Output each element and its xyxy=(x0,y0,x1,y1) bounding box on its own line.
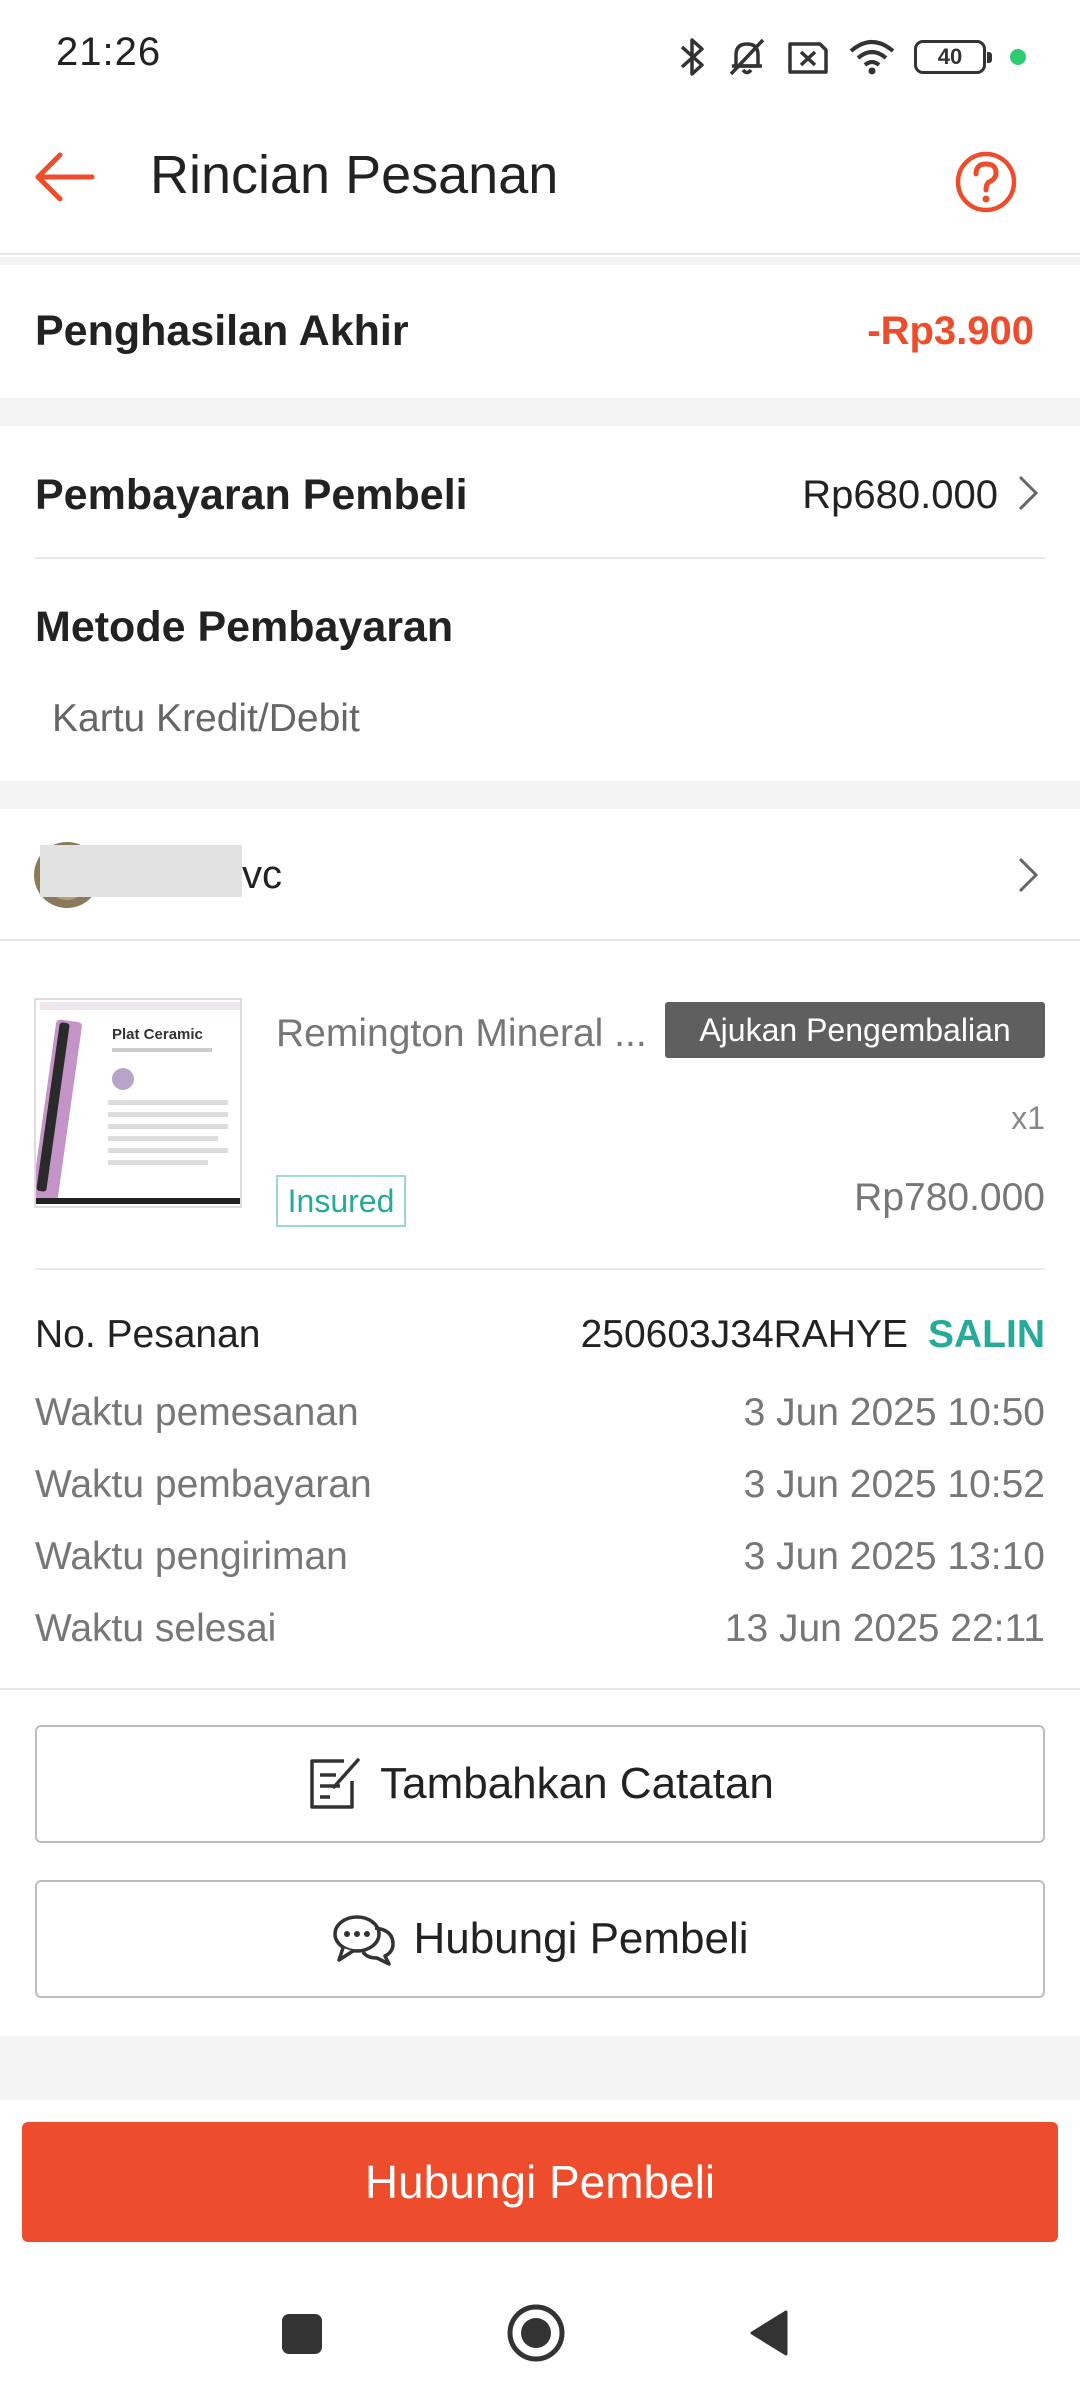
section-gap xyxy=(0,781,1080,809)
chevron-right-icon[interactable] xyxy=(1012,855,1042,895)
chat-bubbles-icon xyxy=(333,1915,396,1966)
final-income-label: Penghasilan Akhir xyxy=(35,307,409,355)
contact-buyer-outline-button[interactable]: Hubungi Pembeli xyxy=(35,1880,1045,1998)
note-edit-icon xyxy=(310,1758,360,1809)
payment-time-label: Waktu pembayaran xyxy=(35,1463,372,1506)
add-note-button[interactable]: Tambahkan Catatan xyxy=(35,1725,1045,1843)
battery-level: 40 xyxy=(937,44,963,69)
shipping-time-label: Waktu pengiriman xyxy=(35,1535,348,1578)
battery-icon: 40 xyxy=(914,40,992,74)
buyer-payment-value: Rp680.000 xyxy=(802,473,998,517)
order-number-label: No. Pesanan xyxy=(35,1313,261,1356)
return-request-button[interactable]: Ajukan Pengembalian xyxy=(665,1002,1045,1058)
completion-time-value: 13 Jun 2025 22:11 xyxy=(724,1607,1045,1650)
add-note-label: Tambahkan Catatan xyxy=(380,1759,774,1808)
product-quantity: x1 xyxy=(1011,1100,1045,1136)
product-thumbnail: Plat Ceramic xyxy=(34,998,242,1208)
sim-off-icon xyxy=(788,42,828,74)
completion-time-label: Waktu selesai xyxy=(35,1607,277,1650)
app-header: Rincian Pesanan xyxy=(0,110,1080,255)
payment-time-value: 3 Jun 2025 10:52 xyxy=(743,1463,1045,1506)
order-time-value: 3 Jun 2025 10:50 xyxy=(743,1391,1045,1434)
wifi-icon xyxy=(849,40,895,75)
arrow-left-icon[interactable] xyxy=(30,142,100,212)
product-price: Rp780.000 xyxy=(854,1176,1045,1219)
home-icon[interactable] xyxy=(505,2302,567,2364)
bell-off-icon xyxy=(729,38,765,76)
payment-method-label: Metode Pembayaran xyxy=(35,603,454,651)
order-number-value: 250603J34RAHYE xyxy=(580,1313,908,1356)
section-gap xyxy=(0,398,1080,426)
divider xyxy=(35,557,1045,559)
product-name: Remington Mineral ... xyxy=(276,1012,647,1055)
redacted-buyer-name xyxy=(40,845,242,897)
contact-buyer-outline-label: Hubungi Pembeli xyxy=(413,1914,749,1963)
status-time: 21:26 xyxy=(56,30,162,74)
shipping-time-value: 3 Jun 2025 13:10 xyxy=(743,1535,1045,1578)
insured-badge: Insured xyxy=(276,1175,406,1227)
buyer-payment-label: Pembayaran Pembeli xyxy=(35,471,468,519)
status-icons: 40 xyxy=(678,32,1026,82)
copy-order-number-button[interactable]: SALIN xyxy=(928,1313,1045,1357)
privacy-dot xyxy=(1010,49,1026,65)
system-nav-bar xyxy=(0,2262,1080,2401)
contact-buyer-button[interactable]: Hubungi Pembeli xyxy=(22,2122,1058,2242)
bluetooth-icon xyxy=(680,38,704,76)
order-detail-screen: 21:26 40 Rincian Pesanan Penghasilan Akh… xyxy=(0,0,1080,2401)
section-gap xyxy=(0,257,1080,265)
divider xyxy=(0,1688,1080,1690)
buyer-name-suffix: vc xyxy=(242,853,282,897)
order-time-label: Waktu pemesanan xyxy=(35,1391,359,1434)
help-circle-icon[interactable] xyxy=(954,150,1018,214)
section-gap xyxy=(0,2036,1080,2100)
chevron-right-icon[interactable] xyxy=(1012,473,1042,513)
back-nav-icon[interactable] xyxy=(746,2308,792,2358)
recent-apps-icon[interactable] xyxy=(282,2314,322,2354)
status-bar: 21:26 40 xyxy=(0,0,1080,110)
final-income-value: -Rp3.900 xyxy=(867,309,1034,353)
page-title: Rincian Pesanan xyxy=(150,145,559,205)
payment-method-value: Kartu Kredit/Debit xyxy=(52,697,360,740)
thumbnail-text: Plat Ceramic xyxy=(112,1026,203,1043)
divider xyxy=(35,1268,1045,1270)
divider xyxy=(0,939,1080,941)
